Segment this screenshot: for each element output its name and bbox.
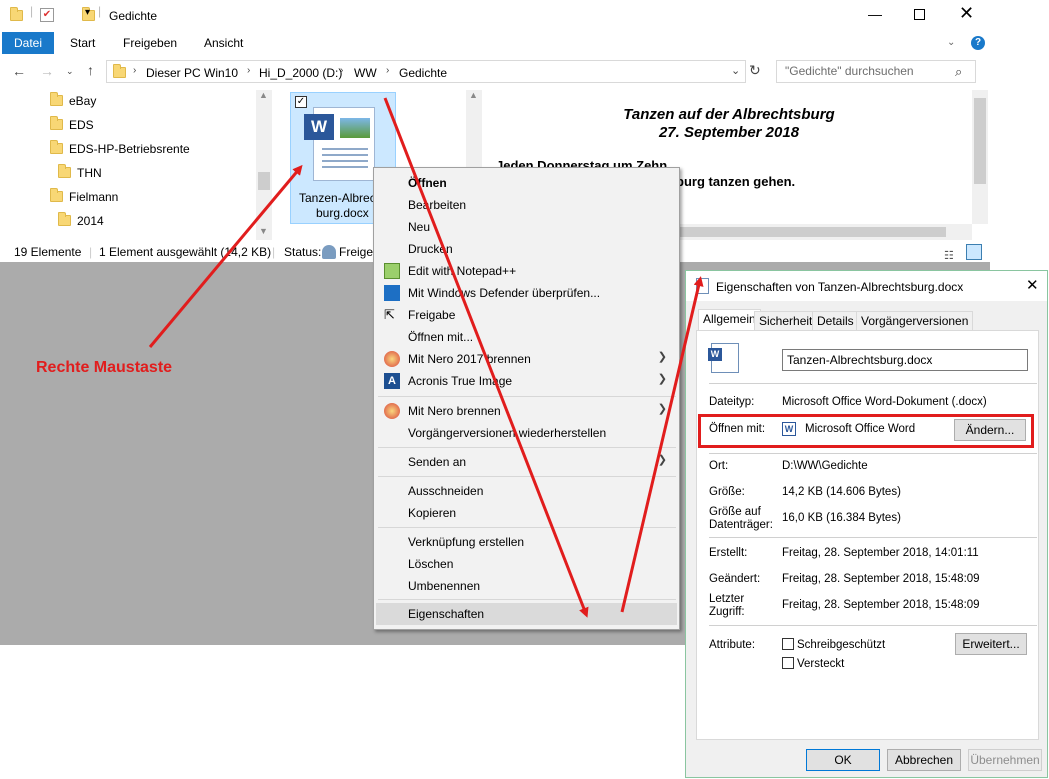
arrow-to-file bbox=[148, 164, 303, 348]
arrow-to-eigenschaften bbox=[383, 97, 589, 618]
arrow-to-dialog bbox=[620, 276, 704, 613]
annotation-arrows bbox=[148, 97, 704, 618]
